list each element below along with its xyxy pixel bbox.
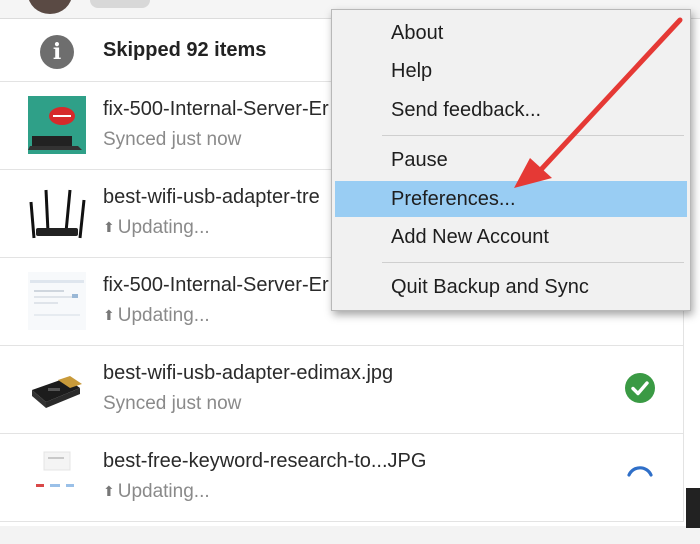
file-status: ⬆ Updating... (103, 217, 210, 239)
menu-item-help[interactable]: Help (335, 53, 687, 89)
settings-menu: About Help Send feedback... Pause Prefer… (331, 9, 691, 311)
header-tab[interactable] (90, 0, 150, 8)
upload-arrow-icon: ⬆ (103, 307, 115, 323)
file-name: fix-500-Internal-Server-Er (103, 274, 329, 296)
sync-spinner-icon (624, 460, 656, 492)
laptop-error-thumbnail (28, 96, 86, 154)
file-name: best-wifi-usb-adapter-tre (103, 186, 320, 208)
file-row[interactable]: best-wifi-usb-adapter-edimax.jpg Synced … (0, 346, 683, 434)
file-status-text: Synced just now (103, 393, 242, 414)
menu-item-about[interactable]: About (335, 15, 687, 51)
file-name: fix-500-Internal-Server-Er (103, 98, 329, 120)
skipped-items-label: Skipped 92 items (103, 39, 267, 61)
file-status: ⬆ Updating... (103, 481, 210, 503)
menu-item-pause[interactable]: Pause (335, 142, 687, 178)
file-status-text: Synced just now (103, 129, 242, 150)
file-name: best-free-keyword-research-to...JPG (103, 450, 427, 472)
file-name: best-wifi-usb-adapter-edimax.jpg (103, 362, 394, 384)
info-icon: i (40, 35, 74, 69)
file-status-text: Updating... (117, 305, 210, 326)
file-status-text: Updating... (117, 217, 210, 238)
wifi-router-thumbnail (28, 184, 86, 242)
file-status: ⬆ Updating... (103, 305, 210, 327)
upload-arrow-icon: ⬆ (103, 483, 115, 499)
menu-item-send-feedback[interactable]: Send feedback... (335, 92, 687, 128)
menu-item-preferences[interactable]: Preferences... (335, 181, 687, 217)
window-edge (686, 488, 700, 528)
file-status-text: Updating... (117, 481, 210, 502)
file-status: Synced just now (103, 393, 241, 415)
upload-arrow-icon: ⬆ (103, 219, 115, 235)
file-row[interactable]: best-free-keyword-research-to...JPG ⬆ Upd… (0, 434, 683, 522)
menu-item-quit[interactable]: Quit Backup and Sync (335, 269, 687, 305)
window-footer (0, 526, 700, 544)
menu-divider (382, 262, 684, 263)
account-avatar[interactable] (28, 0, 72, 14)
file-status: Synced just now (103, 129, 241, 151)
check-circle-icon (624, 372, 656, 404)
webpage-screenshot-thumbnail (28, 272, 86, 330)
menu-divider (382, 135, 684, 136)
keyword-tool-thumbnail (28, 448, 86, 506)
backup-sync-window: i Skipped 92 items fix-500-Internal-Serv… (0, 0, 700, 544)
usb-adapter-thumbnail (28, 360, 86, 418)
menu-item-add-new-account[interactable]: Add New Account (335, 219, 687, 255)
